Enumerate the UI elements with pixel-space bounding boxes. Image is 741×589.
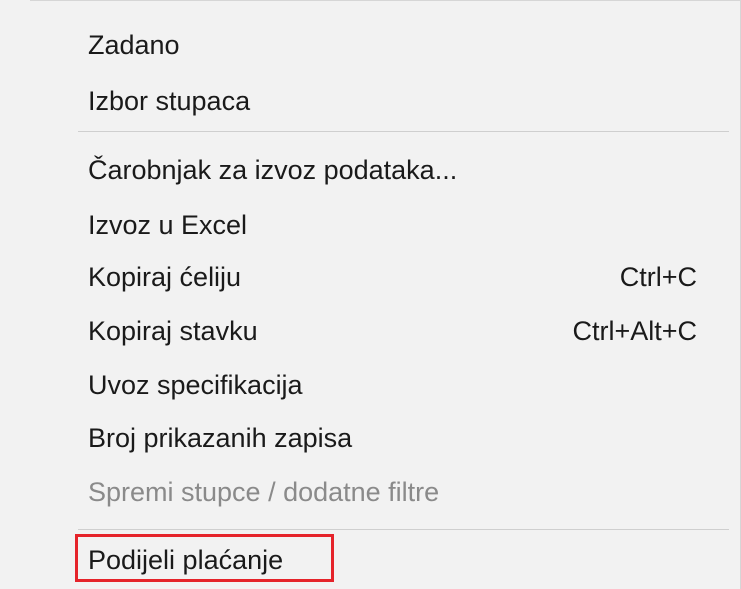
highlight-box	[75, 534, 334, 582]
menu-item-save-columns-filters: Spremi stupce / dodatne filtre	[0, 464, 741, 520]
menu-separator	[78, 529, 729, 530]
menu-item-shortcut: Ctrl+Alt+C	[572, 316, 697, 346]
menu-item-label: Izvoz u Excel	[88, 210, 248, 240]
menu-item-label: Broj prikazanih zapisa	[88, 423, 353, 453]
menu-item-label: Uvoz specifikacija	[88, 370, 303, 400]
menu-item-label: Kopiraj ćeliju	[88, 262, 242, 292]
menu-item-label: Izbor stupaca	[88, 86, 251, 116]
menu-item-label: Spremi stupce / dodatne filtre	[88, 477, 440, 507]
menu-item-default[interactable]: Zadano	[0, 17, 741, 73]
menu-item-import-specifications[interactable]: Uvoz specifikacija	[0, 357, 741, 413]
menu-item-label: Kopiraj stavku	[88, 316, 258, 346]
menu-top-border	[30, 0, 741, 1]
menu-item-copy-cell[interactable]: Kopiraj ćeliju Ctrl+C	[0, 249, 741, 305]
menu-item-displayed-records-count[interactable]: Broj prikazanih zapisa	[0, 410, 741, 466]
menu-item-export-wizard[interactable]: Čarobnjak za izvoz podataka...	[0, 142, 741, 198]
menu-item-label: Zadano	[88, 30, 180, 60]
menu-item-export-excel[interactable]: Izvoz u Excel	[0, 197, 741, 253]
context-menu: Zadano Izbor stupaca Čarobnjak za izvoz …	[0, 0, 741, 589]
menu-item-choose-columns[interactable]: Izbor stupaca	[0, 73, 741, 129]
menu-item-copy-item[interactable]: Kopiraj stavku Ctrl+Alt+C	[0, 303, 741, 359]
menu-item-shortcut: Ctrl+C	[619, 262, 697, 292]
menu-item-label: Čarobnjak za izvoz podataka...	[88, 155, 458, 185]
menu-separator	[78, 131, 729, 132]
